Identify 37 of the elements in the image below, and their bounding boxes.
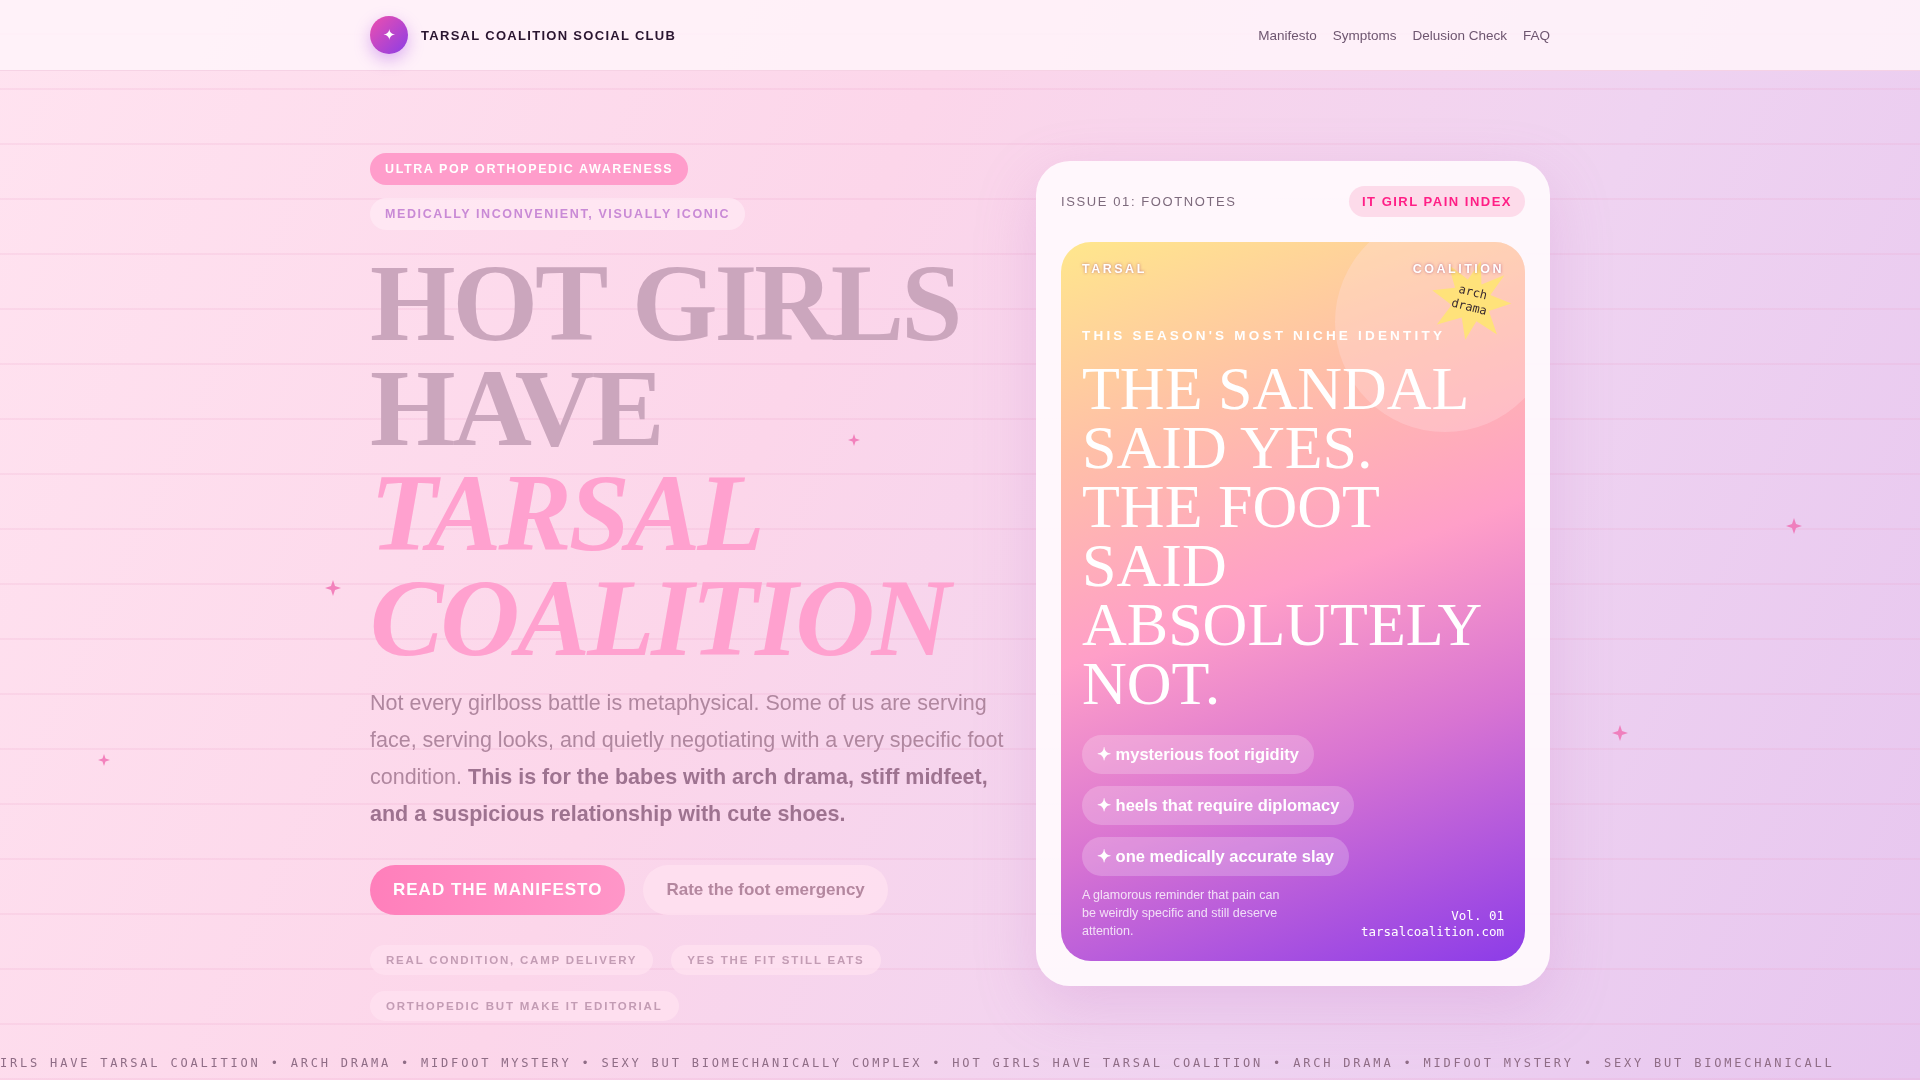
sparkle-icon — [848, 434, 860, 446]
tag-pill: MEDICALLY INCONVENIENT, VISUALLY ICONIC — [370, 198, 746, 230]
intro-paragraph: Not every girlboss battle is metaphysical. Some of us are serving face, serving looks, and quietly negotiating with a very specific foot condition. This is for the babes with arch drama, stiff midfeet, and a suspicious relationship with cute shoes. — [370, 690, 1005, 828]
cover-caption: A glamorous reminder that pain can be weirdly specific and still deserve attention. — [1082, 887, 1281, 940]
ticker-text: IRLS HAVE TARSAL COALITION • ARCH DRAMA • MIDFOOT MYSTERY • SEXY BUT BIOMECHANICALLY COMPLEX • HOT GIRLS HAVE TARSAL COALITION • ARCH DRAMA • MIDFOOT MYSTERY • SEXY BUT BIOMECHANICALL — [0, 1056, 1836, 1072]
cover-headline-line: THE FOOT — [1082, 477, 1381, 536]
sparkle-icon — [1612, 725, 1628, 741]
cover-headline-line: ABSOLUTELY — [1082, 595, 1484, 654]
issue-label: ISSUE 01: FOOTNOTES — [1061, 194, 1237, 209]
brand-name: TARSAL COALITION SOCIAL CLUB — [421, 27, 677, 43]
cover-headline-line: NOT. — [1082, 654, 1222, 713]
sparkle-icon — [1786, 518, 1802, 534]
site-address: tarsalcoalition.com — [1361, 924, 1504, 940]
nav-link[interactable]: Delusion Check — [1412, 27, 1507, 43]
index-badge: IT GIRL PAIN INDEX — [1348, 186, 1525, 217]
cover-label: COALITION — [1412, 262, 1504, 276]
nav-link[interactable]: FAQ — [1523, 27, 1550, 43]
sparkle-icon — [98, 754, 110, 766]
hero-heading-line: TARSAL — [370, 461, 763, 566]
cover-kicker: THIS SEASON'S MOST NICHE IDENTITY — [1082, 328, 1447, 343]
cover-headline-line: SAID — [1082, 536, 1228, 595]
cover-headline-line: THE SANDAL — [1082, 359, 1471, 418]
chip: ORTHOPEDIC BUT MAKE IT EDITORIAL — [370, 991, 679, 1021]
feature-pill: ✦ heels that require diplomacy — [1082, 786, 1355, 825]
logo-badge[interactable]: ✦ — [370, 16, 408, 54]
cover-headline-line: SAID YES. — [1082, 418, 1374, 477]
nav-link[interactable]: Symptoms — [1332, 27, 1397, 43]
chip: REAL CONDITION, CAMP DELIVERY — [370, 945, 654, 975]
nav-link[interactable]: Manifesto — [1258, 27, 1317, 43]
tag-pill: ULTRA POP ORTHOPEDIC AWARENESS — [370, 153, 689, 185]
feature-pill: ✦ one medically accurate slay — [1082, 837, 1349, 876]
chip: YES THE FIT STILL EATS — [671, 945, 881, 975]
hero-heading-line: COALITION — [370, 566, 957, 671]
cover-label: TARSAL — [1082, 262, 1147, 276]
feature-pill: ✦ mysterious foot rigidity — [1082, 735, 1314, 774]
sparkle-icon — [325, 580, 341, 596]
volume-label: Vol. 01 — [1451, 908, 1504, 924]
